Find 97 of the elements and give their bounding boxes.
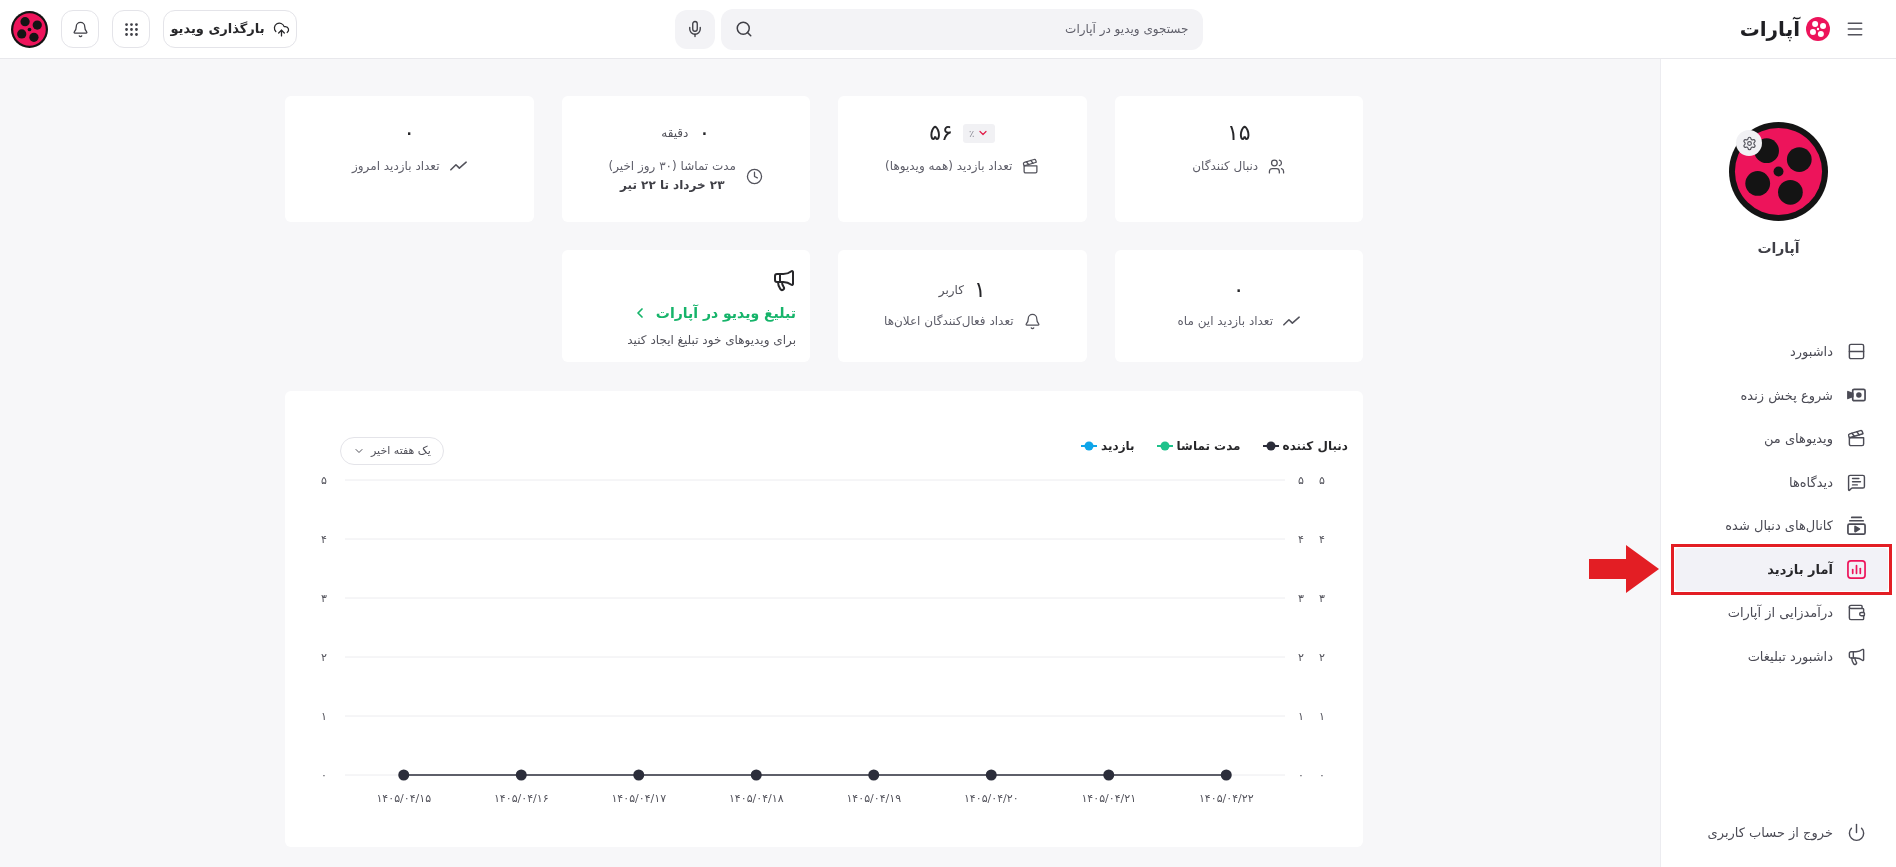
data-point bbox=[1103, 769, 1115, 781]
bar-chart-icon bbox=[1847, 559, 1866, 579]
stat-unit: دقیقه bbox=[661, 125, 689, 142]
y-axis-label: ۰ bbox=[321, 769, 327, 782]
y-axis-label: ۴ bbox=[1298, 533, 1304, 546]
megaphone-icon bbox=[772, 268, 796, 292]
apps-button[interactable] bbox=[112, 10, 150, 48]
x-axis-label: ۱۴۰۵/۰۴/۱۶ bbox=[493, 792, 549, 805]
legend-label: مدت تماشا bbox=[1176, 438, 1241, 455]
cloud-upload-icon bbox=[272, 20, 290, 38]
stat-value: ۰ bbox=[1232, 277, 1245, 303]
x-axis-label: ۱۴۰۵/۰۴/۱۵ bbox=[376, 792, 432, 805]
x-axis-label: ۱۴۰۵/۰۴/۲۰ bbox=[963, 792, 1019, 805]
clock-icon bbox=[746, 167, 764, 185]
stat-value: ۱۵ bbox=[1226, 120, 1251, 146]
legend-label: دنبال کننده bbox=[1282, 438, 1348, 455]
bell-icon bbox=[1023, 312, 1041, 330]
menu-icon bbox=[1845, 19, 1865, 39]
y-axis-label: ۲ bbox=[1298, 651, 1304, 664]
y-axis-label: ۵ bbox=[1319, 474, 1325, 487]
x-axis-label: ۱۴۰۵/۰۴/۱۸ bbox=[728, 792, 784, 805]
change-percent: ٪ bbox=[968, 126, 975, 141]
stat-label: تعداد بازدید این ماه bbox=[1177, 313, 1273, 330]
y-axis-label: ۴ bbox=[321, 533, 327, 546]
y-axis-label: ۱ bbox=[321, 710, 327, 723]
data-point bbox=[985, 769, 997, 781]
stat-value: ۰ bbox=[698, 120, 711, 146]
data-point bbox=[1220, 769, 1232, 781]
stat-label: دنبال کنندگان bbox=[1192, 158, 1259, 175]
y-axis-label: ۵ bbox=[1298, 474, 1304, 487]
clapperboard-icon bbox=[1022, 157, 1040, 175]
people-icon bbox=[1268, 157, 1286, 175]
stat-label: تعداد فعال‌کنندگان اعلان‌ها bbox=[884, 313, 1014, 330]
range-dropdown[interactable]: یک هفته اخیر bbox=[340, 437, 444, 465]
trend-line-icon bbox=[449, 161, 467, 171]
video-camera-icon bbox=[1847, 388, 1866, 403]
search-input[interactable]: جستجوی ویدیو در آپارات bbox=[760, 14, 1189, 44]
y-axis-label: ۵ bbox=[321, 474, 327, 487]
y-axis-label: ۳ bbox=[1319, 592, 1325, 605]
play-list-icon bbox=[1847, 516, 1866, 536]
y-axis-label: ۱ bbox=[1298, 710, 1304, 723]
message-icon bbox=[1847, 472, 1866, 492]
legend-label: بازدید bbox=[1101, 438, 1135, 455]
bell-icon bbox=[71, 20, 89, 38]
microphone-button[interactable] bbox=[674, 9, 715, 49]
y-axis-label: ۳ bbox=[321, 592, 327, 605]
grid-dots-icon bbox=[122, 20, 140, 38]
trend-line-icon bbox=[1283, 316, 1300, 326]
y-axis-label: ۳ bbox=[1298, 592, 1304, 605]
clapperboard-icon bbox=[1847, 429, 1866, 449]
y-axis-label: ۰ bbox=[1298, 769, 1304, 782]
film-reel-avatar-icon bbox=[11, 10, 48, 48]
logo-link[interactable]: آپارات bbox=[1739, 14, 1830, 44]
wallet-icon bbox=[1847, 603, 1866, 623]
sidebar-item[interactable]: کانال‌های دنبال شده bbox=[1675, 504, 1888, 548]
data-point bbox=[750, 769, 762, 781]
stat-value: ۰ bbox=[403, 120, 416, 146]
sidebar-item[interactable]: آمار بازدید bbox=[1675, 547, 1888, 591]
stat-label: مدت تماشا (۳۰ روز اخیر) bbox=[608, 158, 737, 175]
data-point bbox=[633, 769, 645, 781]
stat-value: ۵۶ bbox=[929, 120, 953, 146]
sidebar-item[interactable]: ویدیوهای من bbox=[1675, 417, 1888, 461]
data-point bbox=[515, 769, 527, 781]
power-icon bbox=[1847, 822, 1866, 842]
megaphone-icon bbox=[1847, 646, 1866, 666]
sidebar-item[interactable]: داشبورد bbox=[1675, 330, 1888, 374]
profile-button[interactable] bbox=[11, 10, 48, 48]
stat-label: تعداد بازدید امروز bbox=[352, 158, 440, 175]
date-range: ۲۳ خرداد تا ۲۲ تیر bbox=[620, 177, 725, 194]
upload-button[interactable]: بارگذاری ویدیو bbox=[163, 10, 297, 48]
data-point bbox=[398, 769, 410, 781]
sidebar-item[interactable]: داشبورد تبلیغات bbox=[1675, 634, 1888, 678]
stacked-rows-icon bbox=[1847, 342, 1866, 362]
y-axis-label: ۱ bbox=[1319, 710, 1325, 723]
y-axis-label: ۲ bbox=[321, 651, 327, 664]
notifications-button[interactable] bbox=[61, 10, 99, 48]
sidebar-item[interactable]: درآمدزایی از آپارات bbox=[1675, 591, 1888, 635]
sidebar-item[interactable]: دیدگاه‌ها bbox=[1675, 460, 1888, 504]
logout-button[interactable]: خروج از حساب کاربری bbox=[1675, 810, 1888, 854]
settings-icon bbox=[1741, 135, 1757, 151]
stat-value: ۱ bbox=[973, 277, 986, 303]
x-axis-label: ۱۴۰۵/۰۴/۲۲ bbox=[1198, 792, 1254, 805]
promo-subtitle: برای ویدیوهای خود تبلیغ ایجاد کنید bbox=[627, 332, 796, 349]
y-axis-label: ۲ bbox=[1319, 651, 1325, 664]
film-reel-icon bbox=[1806, 17, 1830, 41]
y-axis-label: ۰ bbox=[1319, 769, 1325, 782]
stat-label: تعداد بازدید (همه ویدیوها) bbox=[885, 158, 1013, 175]
sidebar-item[interactable]: شروع پخش زنده bbox=[1675, 373, 1888, 417]
x-axis-label: ۱۴۰۵/۰۴/۱۹ bbox=[846, 792, 902, 805]
y-axis-label: ۴ bbox=[1319, 533, 1325, 546]
stat-unit: کاربر bbox=[938, 282, 964, 299]
data-point bbox=[868, 769, 880, 781]
search-field[interactable]: جستجوی ویدیو در آپارات bbox=[720, 8, 1203, 50]
channel-name: آپارات bbox=[1757, 238, 1800, 258]
search-icon bbox=[734, 20, 753, 38]
x-axis-label: ۱۴۰۵/۰۴/۱۷ bbox=[611, 792, 667, 805]
x-axis-label: ۱۴۰۵/۰۴/۲۱ bbox=[1081, 792, 1137, 805]
